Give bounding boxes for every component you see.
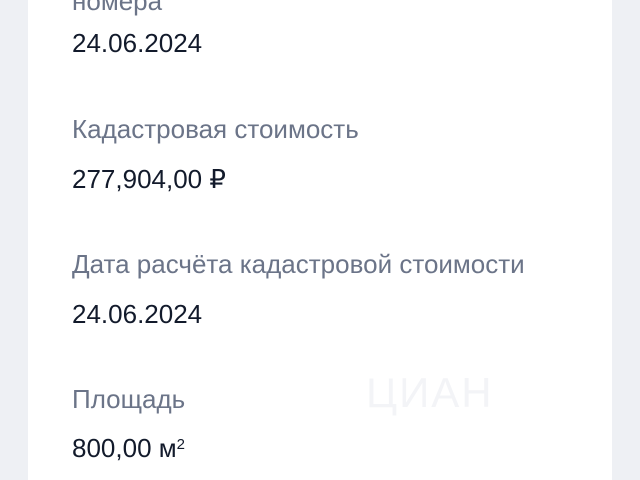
field-value: 277,904,00 ₽ <box>72 164 226 194</box>
field-label: Кадастровая стоимость <box>72 114 359 144</box>
area-unit-superscript: 2 <box>176 436 185 453</box>
field-value: 24.06.2024 <box>72 28 203 58</box>
field-value: 800,00 м2 <box>72 433 185 463</box>
field-value: 24.06.2024 <box>72 299 203 329</box>
watermark-logo: ЦИАН <box>366 369 494 416</box>
field-label: Площадь <box>72 384 186 414</box>
field-label: Дата расчёта кадастровой стоимости <box>72 249 525 279</box>
area-value: 800,00 м <box>72 433 177 463</box>
field-label: номера <box>72 0 163 16</box>
property-details-card: номера 24.06.2024 Кадастровая стоимость … <box>28 0 612 480</box>
